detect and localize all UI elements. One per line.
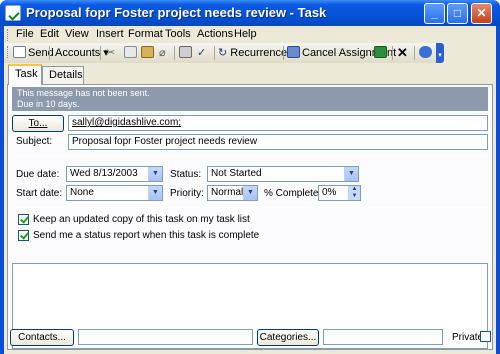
envelope-icon xyxy=(13,46,26,58)
priority-value: Normal xyxy=(211,187,244,198)
status-value: Not Started xyxy=(211,168,262,179)
start-date-select[interactable]: None ▼ xyxy=(66,185,163,201)
menu-format[interactable]: Format xyxy=(128,28,163,40)
toolbar-separator xyxy=(174,46,175,60)
status-report-label: Send me a status report when this task i… xyxy=(33,230,260,241)
menu-file[interactable]: File xyxy=(16,28,34,40)
chevron-down-icon[interactable]: ▼ xyxy=(243,186,257,200)
percent-complete-spinner[interactable]: 0% ▲ ▼ xyxy=(318,185,361,201)
subject-label: Subject: xyxy=(16,136,53,147)
toolbar-separator xyxy=(392,46,393,60)
due-date-value: Wed 8/13/2003 xyxy=(70,168,138,179)
send-button[interactable]: Send xyxy=(13,45,54,61)
subject-field[interactable]: Proposal fopr Foster project needs revie… xyxy=(68,134,488,150)
keep-copy-label: Keep an updated copy of this task on my … xyxy=(33,214,250,225)
categories-field[interactable] xyxy=(323,329,443,345)
recurrence-icon: ↻ xyxy=(218,47,228,59)
status-label: Status: xyxy=(170,169,202,180)
menu-tools[interactable]: Tools xyxy=(165,28,191,40)
tab-task[interactable]: Task xyxy=(8,64,42,85)
toolbar-separator xyxy=(214,46,215,60)
spreadsheet-icon xyxy=(374,46,387,58)
chevron-down-icon[interactable]: ▼ xyxy=(344,167,358,181)
toolbar-separator xyxy=(414,46,415,60)
tab-details[interactable]: Details xyxy=(42,66,84,84)
categories-button[interactable]: Categories... xyxy=(257,329,319,346)
start-date-label: Start date: xyxy=(16,188,63,199)
copy-icon xyxy=(124,46,137,58)
to-recipient[interactable]: sallyl@digidashlive.com; xyxy=(72,117,181,128)
keep-copy-checkbox[interactable] xyxy=(18,214,29,225)
task-icon xyxy=(5,5,21,21)
menu-insert[interactable]: Insert xyxy=(96,28,124,40)
menu-grip[interactable] xyxy=(7,29,10,41)
accounts-label: Accounts xyxy=(55,47,101,59)
spell-check-icon: ✓ xyxy=(197,47,207,59)
toolbar-grip[interactable] xyxy=(7,46,10,58)
spelling-button[interactable]: ✓ xyxy=(197,45,206,61)
cut-button[interactable]: ✂ xyxy=(106,45,115,61)
recurrence-button[interactable]: ↻ Recurrence... xyxy=(218,45,296,61)
client-area: File Edit View Insert Format Tools Actio… xyxy=(4,26,496,354)
private-label: Private xyxy=(452,332,484,343)
title-bar[interactable]: Proposal fopr Foster project needs revie… xyxy=(0,0,500,26)
menu-bar: File Edit View Insert Format Tools Actio… xyxy=(4,26,496,43)
start-date-value: None xyxy=(70,187,94,198)
printer-icon xyxy=(179,46,192,58)
percent-complete-label: % Complete: xyxy=(264,188,322,199)
divider xyxy=(12,207,488,208)
scissors-icon: ✂ xyxy=(106,47,116,59)
info-line-2: Due in 10 days. xyxy=(17,99,80,109)
to-button-label: To... xyxy=(28,118,48,129)
due-date-select[interactable]: Wed 8/13/2003 ▼ xyxy=(66,166,163,182)
delete-button[interactable]: ✕ xyxy=(397,45,408,61)
clipboard-icon xyxy=(141,46,154,58)
menu-view[interactable]: View xyxy=(65,28,89,40)
chevron-down-icon[interactable]: ▼ xyxy=(148,186,162,200)
chevron-down-icon[interactable]: ▼ xyxy=(148,167,162,181)
priority-select[interactable]: Normal ▼ xyxy=(207,185,258,201)
menu-help[interactable]: Help xyxy=(234,28,257,40)
copy-button[interactable] xyxy=(124,45,139,61)
menu-actions[interactable]: Actions xyxy=(197,28,233,40)
due-date-label: Due date: xyxy=(16,169,60,180)
info-bar: This message has not been sent. Due in 1… xyxy=(12,87,488,111)
menu-edit[interactable]: Edit xyxy=(40,28,59,40)
percent-complete-value: 0% xyxy=(322,187,337,198)
toolbar-separator xyxy=(100,46,101,60)
help-button[interactable] xyxy=(419,45,434,61)
to-button[interactable]: To... xyxy=(12,115,64,132)
divider xyxy=(12,156,488,157)
contacts-button[interactable]: Contacts... xyxy=(10,329,74,346)
excel-button[interactable] xyxy=(374,45,389,61)
private-checkbox[interactable] xyxy=(480,331,491,342)
to-field[interactable]: sallyl@digidashlive.com; xyxy=(68,115,488,131)
info-line-1: This message has not been sent. xyxy=(17,88,150,98)
paperclip-icon: ⌀ xyxy=(159,47,166,59)
task-panel: This message has not been sent. Due in 1… xyxy=(7,84,493,350)
close-button[interactable]: ✕ xyxy=(471,3,492,24)
status-report-checkbox[interactable] xyxy=(18,230,29,241)
print-button[interactable] xyxy=(179,45,194,61)
priority-label: Priority: xyxy=(170,188,204,199)
task-window: Proposal fopr Foster project needs revie… xyxy=(0,0,500,354)
delete-x-icon: ✕ xyxy=(397,45,408,60)
standard-toolbar: Send Accounts ▾ ✂ ⌀ ✓ ↻ Recurrence... Ca… xyxy=(4,43,440,63)
minimize-button[interactable]: _ xyxy=(424,3,445,24)
toolbar-options-chevron-icon[interactable]: ▾ xyxy=(436,43,444,63)
toolbar-separator xyxy=(49,46,50,60)
status-select[interactable]: Not Started ▼ xyxy=(207,166,359,182)
help-icon xyxy=(419,46,432,58)
maximize-button[interactable]: □ xyxy=(447,3,468,24)
attach-button[interactable]: ⌀ xyxy=(159,45,166,61)
cancel-assignment-icon xyxy=(287,46,300,58)
paste-button[interactable] xyxy=(141,45,156,61)
window-title: Proposal fopr Foster project needs revie… xyxy=(26,5,327,20)
contacts-field[interactable] xyxy=(78,329,253,345)
spinner-arrows-icon[interactable]: ▲ ▼ xyxy=(348,186,360,200)
toolbar-separator xyxy=(283,46,284,60)
